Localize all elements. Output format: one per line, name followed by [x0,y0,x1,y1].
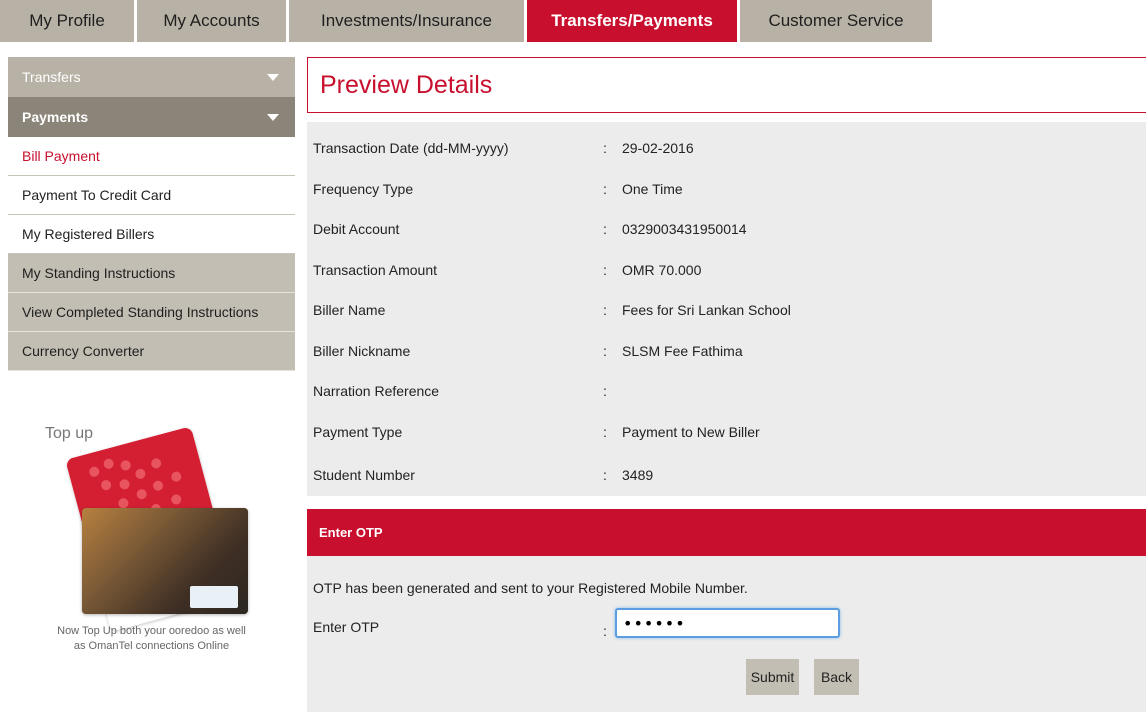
detail-label: Student Number [313,467,415,483]
detail-value: 29-02-2016 [622,140,694,156]
detail-colon: : [603,221,607,237]
detail-value: 0329003431950014 [622,221,747,237]
detail-row: Student Number : 3489 [307,455,1146,495]
promo-caption: Now Top Up both your ooredoo as well as … [57,625,246,652]
detail-label: Payment Type [313,424,403,440]
detail-row: Biller Nickname : SLSM Fee Fathima [307,331,1146,371]
omantel-logo [190,586,238,608]
detail-value: One Time [622,181,683,197]
tab-investments-insurance[interactable]: Investments/Insurance [289,0,527,42]
detail-value: SLSM Fee Fathima [622,343,743,359]
page-title: Preview Details [320,70,493,99]
sidebar-item-view-completed-standing-instructions[interactable]: View Completed Standing Instructions [8,293,295,332]
otp-section: OTP has been generated and sent to your … [307,556,1146,712]
detail-row: Debit Account : 0329003431950014 [307,209,1146,249]
otp-section-header: Enter OTP [307,509,1146,556]
chevron-down-icon [267,73,279,81]
detail-value: Payment to New Biller [622,424,760,440]
detail-colon: : [603,467,607,483]
detail-label: Narration Reference [313,383,440,399]
sidebar-section-payments[interactable]: Payments [8,97,295,137]
otp-input[interactable] [615,608,840,638]
detail-colon: : [603,302,607,318]
sidebar-section-transfers[interactable]: Transfers [8,57,295,97]
detail-label: Biller Name [313,302,386,318]
detail-label: Biller Nickname [313,343,411,359]
otp-colon: : [603,623,607,639]
sidebar-section-label: Payments [22,109,89,125]
detail-label: Frequency Type [313,181,414,197]
detail-colon: : [603,383,607,399]
sidebar-item-currency-converter[interactable]: Currency Converter [8,332,295,371]
otp-label: Enter OTP [313,619,380,635]
omantel-card-image [82,508,248,614]
detail-value: OMR 70.000 [622,262,702,278]
detail-row: Payment Type : Payment to New Biller [307,412,1146,452]
chevron-down-icon [267,113,279,121]
detail-label: Transaction Date (dd-MM-yyyy) [313,140,509,156]
sidebar: Transfers Payments Bill Payment Payment … [8,57,295,371]
topup-cards-image [65,426,257,632]
sidebar-item-bill-payment[interactable]: Bill Payment [8,137,295,176]
main-content: Preview Details Transaction Date (dd-MM-… [307,57,1146,712]
detail-label: Transaction Amount [313,262,437,278]
detail-colon: : [603,424,607,440]
top-nav: My Profile My Accounts Investments/Insur… [0,0,932,42]
detail-value: 3489 [622,467,654,483]
sidebar-section-label: Transfers [22,69,81,85]
detail-row: Narration Reference : [307,371,1146,411]
detail-colon: : [603,262,607,278]
sidebar-item-payment-to-credit-card[interactable]: Payment To Credit Card [8,176,295,215]
detail-row: Frequency Type : One Time [307,169,1146,209]
otp-message: OTP has been generated and sent to your … [313,580,748,596]
detail-label: Debit Account [313,221,400,237]
sidebar-item-my-registered-billers[interactable]: My Registered Billers [8,215,295,254]
tab-my-accounts[interactable]: My Accounts [137,0,289,42]
detail-colon: : [603,343,607,359]
tab-transfers-payments[interactable]: Transfers/Payments [527,0,740,42]
submit-button[interactable]: Submit [746,659,799,695]
sidebar-item-my-standing-instructions[interactable]: My Standing Instructions [8,254,295,293]
detail-colon: : [603,181,607,197]
back-button[interactable]: Back [814,659,859,695]
detail-value: Fees for Sri Lankan School [622,302,791,318]
page-title-box: Preview Details [307,57,1146,113]
detail-colon: : [603,140,607,156]
detail-row: Transaction Amount : OMR 70.000 [307,250,1146,290]
details-panel: Transaction Date (dd-MM-yyyy) : 29-02-20… [307,122,1146,496]
detail-row: Biller Name : Fees for Sri Lankan School [307,290,1146,330]
tab-customer-service[interactable]: Customer Service [740,0,932,42]
detail-row: Transaction Date (dd-MM-yyyy) : 29-02-20… [307,128,1146,168]
tab-my-profile[interactable]: My Profile [0,0,137,42]
